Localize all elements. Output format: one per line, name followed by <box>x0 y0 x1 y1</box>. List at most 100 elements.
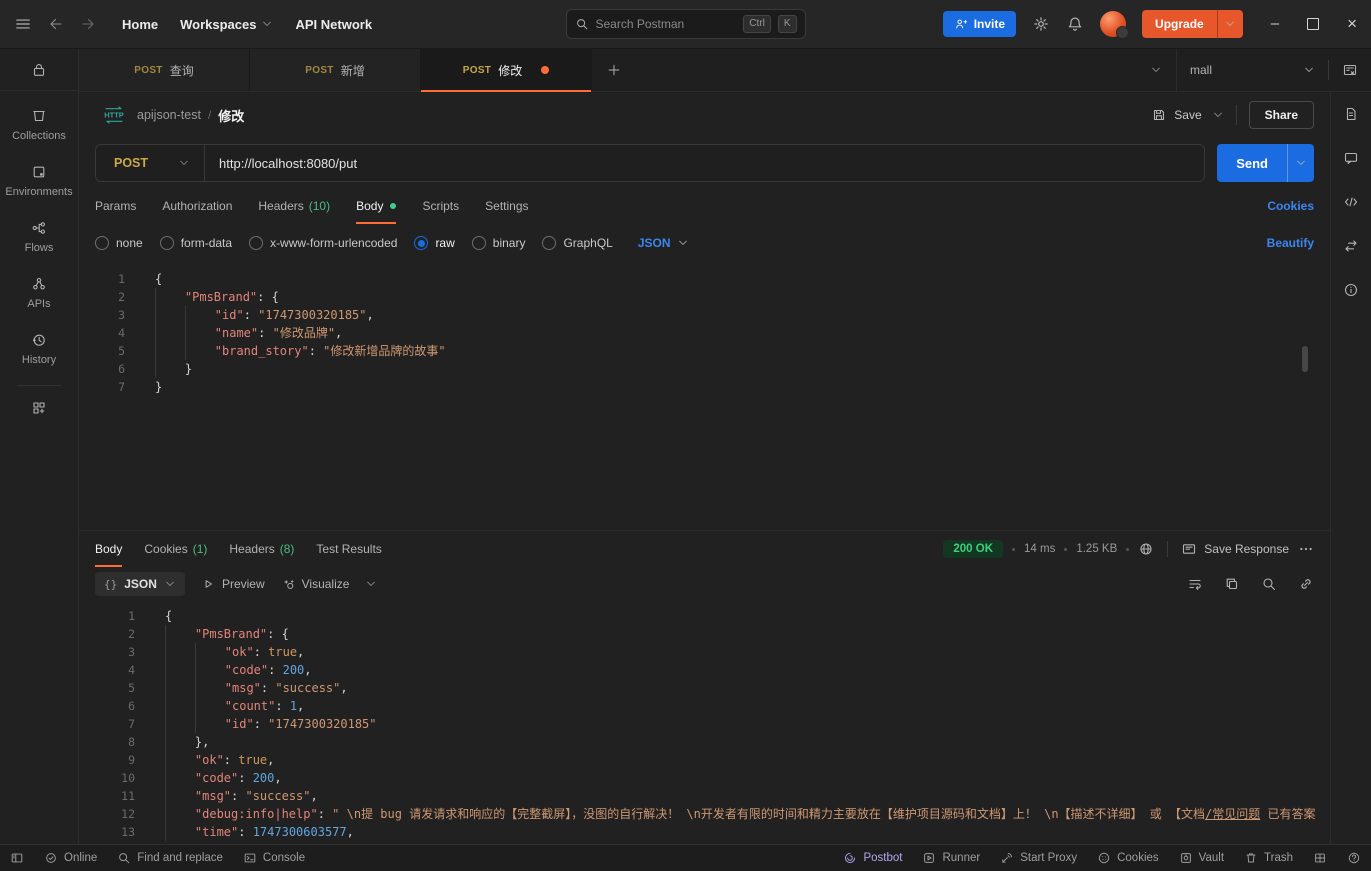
visualize-button[interactable]: Visualize <box>281 577 349 591</box>
footer-label: Runner <box>942 852 981 864</box>
link-icon[interactable] <box>1298 576 1314 592</box>
response-tab-cookies[interactable]: Cookies (1) <box>144 531 207 567</box>
footer-help-icon[interactable] <box>1347 851 1361 865</box>
more-options-icon[interactable] <box>1298 541 1314 557</box>
search-input[interactable]: Search Postman Ctrl K <box>565 9 806 39</box>
sidebar-item-apis[interactable]: APIs <box>0 265 78 321</box>
upgrade-dropdown[interactable] <box>1216 10 1243 38</box>
footer-panes-icon[interactable] <box>1313 851 1327 865</box>
sidebar-item-history[interactable]: History <box>0 321 78 377</box>
request-title[interactable]: 修改 <box>218 106 244 125</box>
footer-label: Find and replace <box>137 852 223 864</box>
maximize-button[interactable] <box>1307 18 1320 30</box>
save-dropdown-chevron[interactable] <box>1212 109 1224 121</box>
body-type-form-data[interactable]: form-data <box>159 236 232 250</box>
url-input[interactable]: http://localhost:8080/put <box>205 156 371 171</box>
footer-online[interactable]: Online <box>44 851 97 865</box>
body-type-graphql[interactable]: GraphQL <box>542 236 613 250</box>
save-response-button[interactable]: Save Response <box>1181 541 1289 557</box>
environment-quick-look-icon[interactable] <box>1329 62 1371 78</box>
tab-overflow-chevron[interactable] <box>1136 64 1176 76</box>
related-requests-icon[interactable] <box>1343 238 1359 254</box>
workspace-lock-button[interactable] <box>0 49 78 91</box>
new-tab-button[interactable] <box>592 49 636 91</box>
nav-api-network[interactable]: API Network <box>295 17 372 32</box>
request-tab-settings[interactable]: Settings <box>485 188 528 224</box>
footer-postbot[interactable]: Postbot <box>843 851 902 865</box>
method-selector[interactable]: POST <box>96 156 204 170</box>
invite-button[interactable]: Invite <box>942 11 1017 37</box>
breadcrumb-collection[interactable]: apijson-test <box>137 108 201 122</box>
footer-trash[interactable]: Trash <box>1244 851 1293 865</box>
response-time[interactable]: 14 ms <box>1024 543 1055 555</box>
minimize-button[interactable]: – <box>1271 16 1279 31</box>
sidebar-item-collections[interactable]: Collections <box>0 97 78 153</box>
cookies-link[interactable]: Cookies <box>1267 199 1314 213</box>
response-format-selector[interactable]: {} JSON <box>95 572 185 596</box>
send-button[interactable]: Send <box>1217 144 1314 182</box>
request-tab-params[interactable]: Params <box>95 188 136 224</box>
configure-sidebar-button[interactable] <box>0 388 78 427</box>
search-response-icon[interactable] <box>1261 576 1277 592</box>
footer-sidebar-toggle-icon[interactable] <box>10 851 24 865</box>
save-button[interactable]: Save <box>1151 107 1202 123</box>
preview-button[interactable]: Preview <box>201 577 265 591</box>
response-body-editor[interactable]: 1{2 "PmsBrand": {3 "ok": true, 4 "code": 200… <box>79 601 1330 844</box>
response-tab-test-results[interactable]: Test Results <box>316 531 381 567</box>
body-type-raw[interactable]: raw <box>414 236 455 250</box>
language-selector[interactable]: JSON <box>638 236 689 250</box>
request-tab-headers[interactable]: Headers (10) <box>258 188 330 224</box>
code-icon[interactable] <box>1343 194 1359 210</box>
close-button[interactable]: × <box>1347 15 1357 32</box>
request-tab-[interactable]: POST 修改 <box>421 49 592 92</box>
nav-home[interactable]: Home <box>122 17 158 32</box>
response-tab-headers[interactable]: Headers (8) <box>229 531 294 567</box>
request-tab-authorization[interactable]: Authorization <box>162 188 232 224</box>
code-line: 7 "id": "1747300320185" <box>79 715 1330 733</box>
back-arrow-icon[interactable] <box>48 16 64 32</box>
info-icon[interactable] <box>1343 282 1359 298</box>
upgrade-label[interactable]: Upgrade <box>1142 10 1217 38</box>
body-type-none[interactable]: none <box>95 236 143 250</box>
request-tab-body[interactable]: Body <box>356 188 397 224</box>
send-label[interactable]: Send <box>1217 144 1287 182</box>
editor-scrollbar-thumb[interactable] <box>1302 346 1308 372</box>
bell-icon[interactable] <box>1066 15 1084 33</box>
footer-console[interactable]: Console <box>243 851 305 865</box>
sidebar-item-environments[interactable]: Environments <box>0 153 78 209</box>
request-tab-scripts[interactable]: Scripts <box>422 188 459 224</box>
footer-cookies[interactable]: Cookies <box>1097 851 1159 865</box>
token: "PmsBrand" <box>194 627 268 641</box>
response-tab-body[interactable]: Body <box>95 531 123 567</box>
status-badge[interactable]: 200 OK <box>943 540 1004 558</box>
gear-icon[interactable] <box>1032 15 1050 33</box>
body-type-binary[interactable]: binary <box>471 236 525 250</box>
forward-arrow-icon[interactable] <box>80 16 96 32</box>
hamburger-menu-icon[interactable] <box>14 15 32 33</box>
body-type-row: none form-data x-www-form-urlencoded raw bin… <box>79 224 1330 262</box>
environment-selector[interactable]: mall <box>1176 49 1328 91</box>
globe-icon[interactable] <box>1138 541 1154 557</box>
request-body-editor[interactable]: 1{2 "PmsBrand": {3 "id": "1747300320185", 4… <box>79 262 1330 531</box>
beautify-link[interactable]: Beautify <box>1267 236 1314 250</box>
radio-circle <box>414 236 429 250</box>
footer-vault[interactable]: Vault <box>1179 851 1224 865</box>
comment-icon[interactable] <box>1343 150 1359 166</box>
documentation-icon[interactable] <box>1343 106 1359 122</box>
footer-runner[interactable]: Runner <box>922 851 980 865</box>
body-type-x-www-form-urlencoded[interactable]: x-www-form-urlencoded <box>249 236 397 250</box>
share-button[interactable]: Share <box>1248 101 1314 129</box>
request-tab-[interactable]: POST 查询 <box>79 49 250 91</box>
footer-start-proxy[interactable]: Start Proxy <box>1000 851 1077 865</box>
copy-icon[interactable] <box>1224 576 1240 592</box>
request-tab-[interactable]: POST 新增 <box>250 49 421 91</box>
wrap-lines-icon[interactable] <box>1187 576 1203 592</box>
avatar[interactable] <box>1100 11 1130 39</box>
sidebar-item-flows[interactable]: Flows <box>0 209 78 265</box>
visualize-dropdown-chevron[interactable] <box>365 578 377 590</box>
send-dropdown[interactable] <box>1287 144 1314 182</box>
response-size[interactable]: 1.25 KB <box>1076 543 1117 555</box>
footer-find-and-replace[interactable]: Find and replace <box>117 851 223 865</box>
upgrade-button[interactable]: Upgrade <box>1142 10 1243 38</box>
nav-workspaces[interactable]: Workspaces <box>180 17 273 32</box>
